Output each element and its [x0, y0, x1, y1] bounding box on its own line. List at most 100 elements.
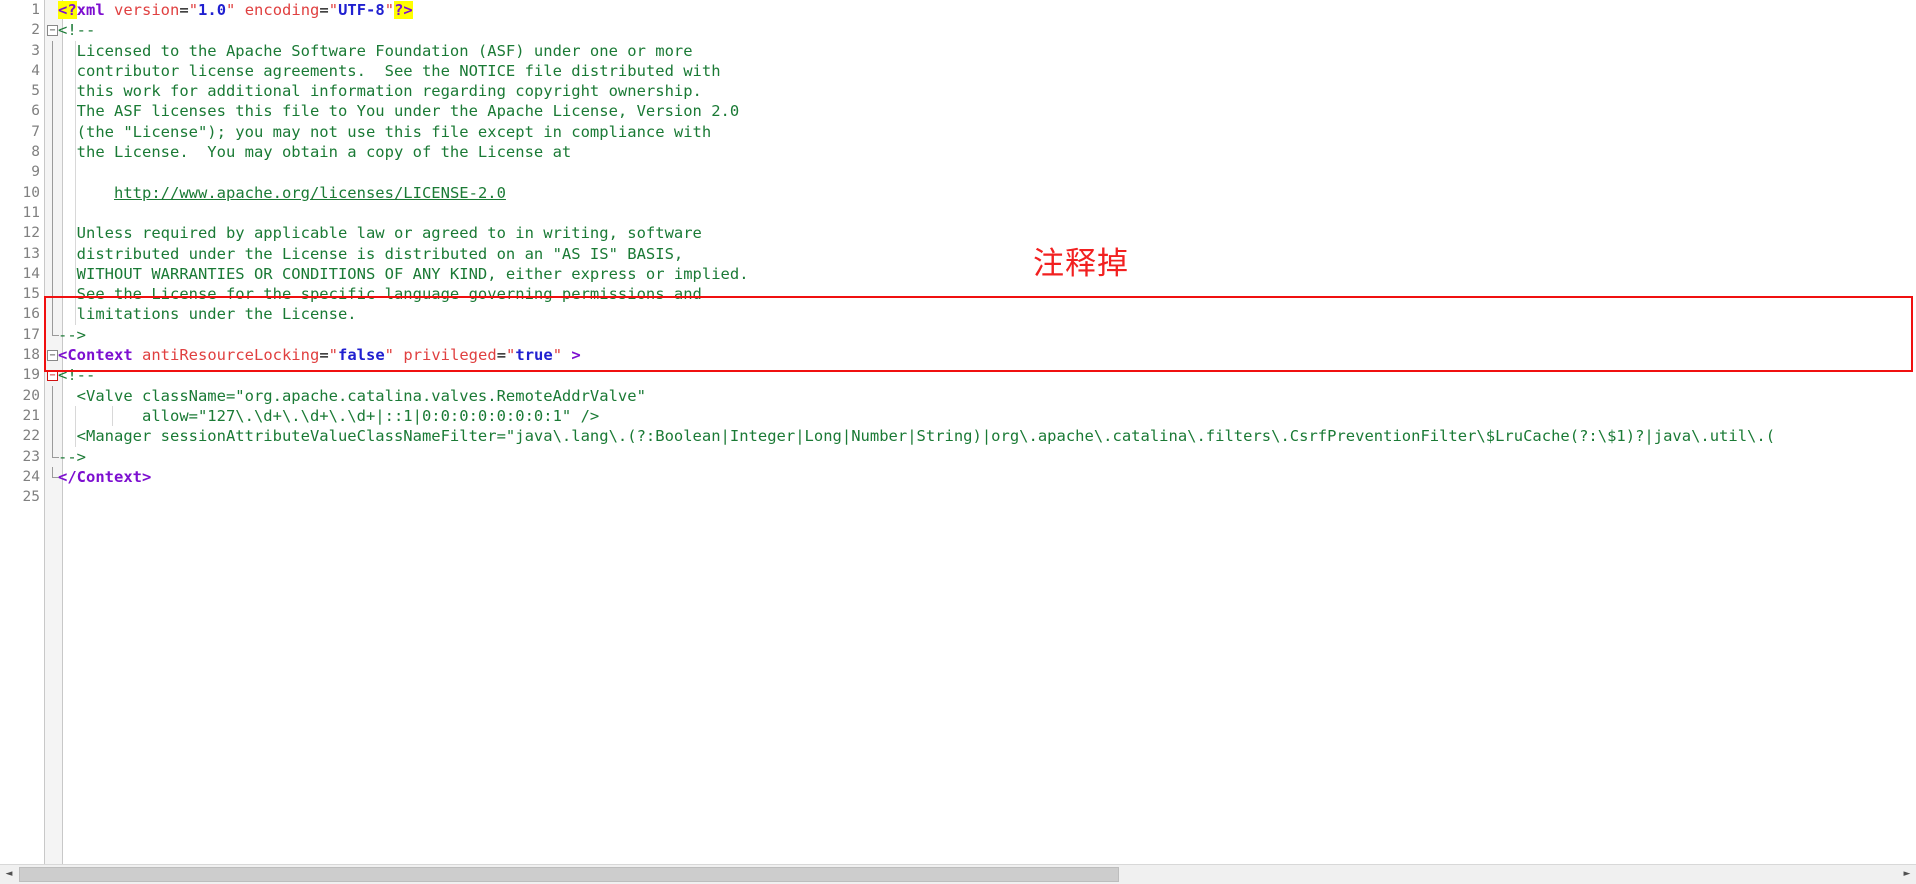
line-number: 18 — [0, 345, 40, 366]
indent-guide — [74, 142, 76, 163]
code-line[interactable]: 20 <Valve className="org.apache.catalina… — [0, 385, 1916, 406]
code-line[interactable]: 1 <?xml version="1.0" encoding="UTF-8"?> — [0, 0, 1916, 21]
code-line[interactable]: 7 (the "License"); you may not use this … — [0, 121, 1916, 143]
code-token: encoding — [244, 1, 320, 19]
code-line[interactable]: 9 — [0, 162, 1916, 183]
code-line[interactable]: 17 --> — [0, 324, 1916, 346]
code-line[interactable]: 6 The ASF licenses this file to You unde… — [0, 101, 1916, 122]
line-number: 16 — [0, 304, 40, 325]
indent-guide — [74, 263, 76, 285]
code-line[interactable]: 11 — [0, 202, 1916, 224]
editor-window: 1 <?xml version="1.0" encoding="UTF-8"?> 2… — [0, 0, 1916, 884]
code-line[interactable]: 3 Licensed to the Apache Software Founda… — [0, 40, 1916, 61]
fold-collapse-icon[interactable]: − — [47, 25, 58, 37]
code-token: privileged — [403, 346, 497, 365]
code-token: " — [506, 346, 516, 365]
line-number: 2 — [0, 20, 40, 41]
scroll-left-arrow[interactable]: ◄ — [0, 865, 18, 884]
code-line[interactable]: 21 allow="127\.\d+\.\d+\.\d+|::1|0:0:0:0… — [0, 405, 1916, 427]
code-token: = — [496, 346, 507, 365]
code-line[interactable]: 12 Unless required by applicable law or … — [0, 223, 1916, 244]
fold-guide-line — [52, 223, 53, 244]
fold-guide-line — [52, 243, 53, 264]
code-token: " — [226, 1, 236, 19]
line-number: 8 — [0, 142, 40, 163]
code-token: <Valve className="org.apache.catalina.va… — [58, 386, 646, 405]
code-line[interactable]: 2− <!-- — [0, 20, 1916, 41]
code-token: <!-- — [58, 21, 96, 40]
line-number: 10 — [0, 182, 40, 203]
code-token: " — [328, 346, 338, 365]
code-text: <!-- — [58, 365, 95, 385]
indent-guide — [74, 101, 76, 122]
code-line[interactable]: 4 contributor license agreements. See th… — [0, 60, 1916, 82]
code-text: <Manager sessionAttributeValueClassNameF… — [58, 426, 1775, 446]
line-number: 9 — [0, 162, 40, 183]
fold-collapse-icon[interactable]: − — [47, 370, 58, 382]
line-number: 13 — [0, 243, 40, 264]
code-line[interactable]: 18− <Context antiResourceLocking="false" … — [0, 345, 1916, 366]
code-token: this work for additional information reg… — [58, 82, 702, 101]
code-line[interactable]: 25 — [0, 487, 1916, 508]
code-text: this work for additional information reg… — [58, 81, 702, 101]
fold-collapse-icon[interactable]: − — [47, 350, 58, 362]
code-line[interactable]: 14 WITHOUT WARRANTIES OR CONDITIONS OF A… — [0, 263, 1916, 285]
code-line[interactable]: 24 </Context> — [0, 466, 1916, 488]
code-text: <?xml version="1.0" encoding="UTF-8"?> — [58, 0, 413, 20]
code-token: false — [338, 346, 385, 365]
fold-guide-line — [52, 426, 53, 447]
scrollbar-thumb[interactable] — [19, 867, 1119, 882]
code-token: The ASF licenses this file to You under … — [58, 102, 740, 121]
code-token: > — [562, 346, 581, 365]
code-token: Unless required by applicable law or agr… — [58, 224, 702, 243]
fold-guide-line — [52, 40, 53, 61]
line-number: 20 — [0, 385, 40, 406]
code-line[interactable]: 23 --> — [0, 446, 1916, 467]
indent-guide — [74, 121, 76, 143]
indent-guide — [74, 81, 76, 102]
code-token: " — [188, 1, 199, 19]
code-text: distributed under the License is distrib… — [58, 244, 684, 264]
code-line[interactable]: 19− <!-- — [0, 365, 1916, 386]
code-token: 1.0 — [198, 1, 227, 19]
line-number: 15 — [0, 284, 40, 305]
code-text: (the "License"); you may not use this fi… — [58, 122, 712, 142]
code-text: </Context> — [58, 467, 151, 487]
line-number: 4 — [0, 60, 40, 82]
line-number: 5 — [0, 81, 40, 102]
code-token: --> — [58, 325, 86, 344]
indent-guide — [74, 223, 76, 244]
code-text: WITHOUT WARRANTIES OR CONDITIONS OF ANY … — [58, 264, 749, 284]
code-token: " — [552, 346, 563, 365]
code-text: The ASF licenses this file to You under … — [58, 101, 740, 121]
scroll-right-arrow[interactable]: ► — [1898, 865, 1916, 884]
code-line[interactable]: 15 See the License for the specific lang… — [0, 284, 1916, 305]
line-number: 23 — [0, 446, 40, 467]
code-token: Licensed to the Apache Software Foundati… — [58, 41, 693, 60]
code-text: the License. You may obtain a copy of th… — [58, 142, 572, 162]
fold-guide-line — [52, 101, 53, 122]
line-number: 19 — [0, 365, 40, 386]
code-token: (the "License"); you may not use this fi… — [58, 122, 712, 141]
code-editor-area[interactable]: 1 <?xml version="1.0" encoding="UTF-8"?> 2… — [0, 0, 1916, 864]
code-text: See the License for the specific languag… — [58, 284, 702, 304]
code-line[interactable]: 13 distributed under the License is dist… — [0, 243, 1916, 264]
code-line[interactable]: 16 limitations under the License. — [0, 304, 1916, 325]
code-line[interactable]: 8 the License. You may obtain a copy of … — [0, 142, 1916, 163]
line-number: 21 — [0, 405, 40, 427]
code-text: Unless required by applicable law or agr… — [58, 223, 702, 243]
fold-guide-line — [52, 405, 53, 427]
code-line[interactable]: 22 <Manager sessionAttributeValueClassNa… — [0, 426, 1916, 447]
code-text: <Context antiResourceLocking="false" pri… — [58, 345, 581, 365]
code-token: = — [319, 1, 329, 19]
horizontal-scrollbar[interactable]: ◄ ► — [0, 864, 1916, 884]
code-token: true — [515, 346, 553, 365]
code-text: <!-- — [58, 20, 95, 40]
code-line[interactable]: 5 this work for additional information r… — [0, 81, 1916, 102]
code-text: <Valve className="org.apache.catalina.va… — [58, 386, 646, 406]
code-token: ?> — [394, 1, 413, 19]
code-line[interactable]: 10 http://www.apache.org/licenses/LICENS… — [0, 182, 1916, 203]
